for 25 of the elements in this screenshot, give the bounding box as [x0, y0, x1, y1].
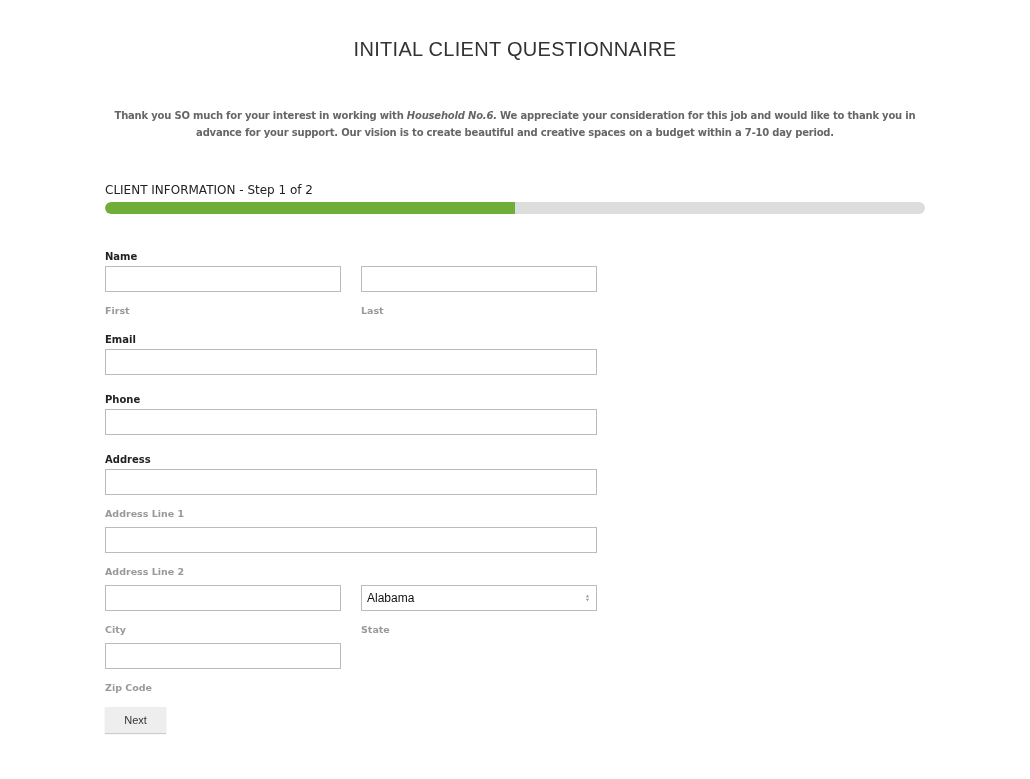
input-field[interactable] — [105, 409, 597, 435]
field-sublabel: First — [105, 304, 131, 318]
field-sublabel: Address Line 1 — [105, 507, 186, 521]
input-field[interactable] — [105, 585, 341, 611]
field-sublabel: Last — [361, 304, 385, 318]
input-field[interactable] — [361, 266, 597, 292]
state-dropdown[interactable]: Alabama — [361, 585, 597, 611]
field-label: Address — [105, 453, 152, 467]
next-button[interactable]: Next — [105, 707, 166, 733]
field-sublabel: Address Line 2 — [105, 565, 186, 579]
input-field[interactable] — [105, 527, 597, 553]
field-sublabel: Zip Code — [105, 681, 153, 695]
input-field[interactable] — [105, 643, 341, 669]
input-field[interactable] — [105, 469, 597, 495]
sort-arrows-icon — [585, 594, 590, 602]
field-label: Email — [105, 333, 137, 347]
page-title: INITIAL CLIENT QUESTIONNAIRE — [352, 38, 678, 61]
field-label: Name — [105, 250, 139, 264]
intro-text: Thank you SO much for your interest in working with Household No.6. We appreciate your consideration for this job and would like to thank you in advance for your support. Our vision is to create beautiful and creative spaces on a budget within a 7-10 day period. — [113, 109, 917, 140]
input-field[interactable] — [105, 266, 341, 292]
step-label: CLIENT INFORMATION - Step 1 of 2 — [105, 183, 314, 197]
field-label: Phone — [105, 393, 142, 407]
field-sublabel: State — [361, 623, 391, 637]
field-sublabel: City — [105, 623, 127, 637]
input-field[interactable] — [105, 349, 597, 375]
